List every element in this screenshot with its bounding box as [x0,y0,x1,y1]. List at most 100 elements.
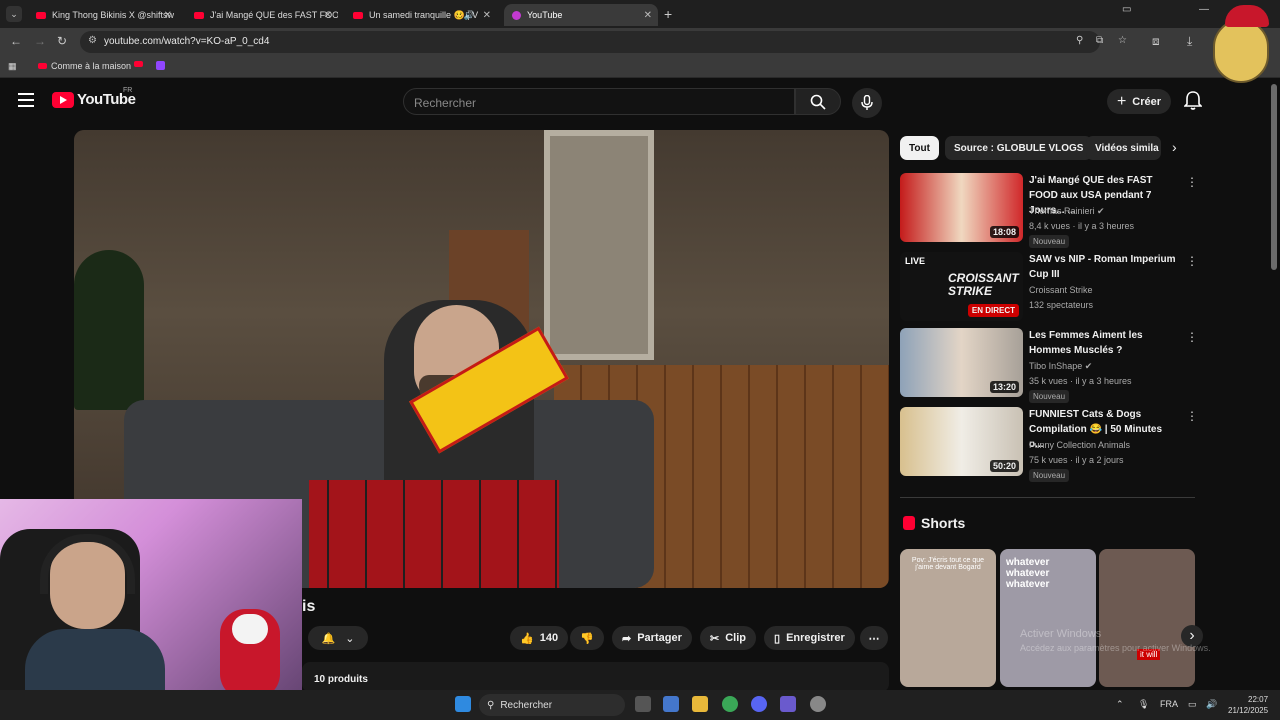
subscribe-bell-button[interactable]: 🔔 ⌄ [308,626,368,650]
video-thumbnail[interactable]: 50:20 [900,407,1023,476]
more-vert-icon[interactable]: ⋮ [1186,330,1198,344]
more-vert-icon[interactable]: ⋮ [1186,409,1198,423]
filter-chips: Tout Source : GLOBULE VLOGS Vidéos simil… [900,136,1200,160]
apps-grid-icon[interactable]: ▦ [8,61,17,72]
reco-title[interactable]: SAW vs NIP - Roman Imperium Cup III [1029,252,1179,282]
more-actions-button[interactable]: ⋯ [860,626,888,650]
browser-tab-active[interactable]: YouTube ✕ [504,4,658,26]
recommendation-item[interactable]: 18:08 J'ai Mangé QUE des FAST FOOD aux U… [900,173,1200,248]
shorts-title: Shorts [921,515,966,531]
reco-channel[interactable]: Funny Collection Animals [1029,440,1130,450]
discord-icon[interactable] [751,696,767,712]
region-code: FR [123,87,133,94]
short-caption: Pov: J'écris tout ce que j'aime devant B… [911,557,985,571]
notifications-button[interactable] [1183,91,1203,116]
site-info-icon[interactable]: ⚙ [88,35,97,46]
share-label: Partager [637,632,682,644]
save-button[interactable]: ▯ Enregistrer [764,626,855,650]
new-tab-icon[interactable]: + [664,6,672,22]
reco-channel[interactable]: Tibo InShape ✔ [1029,361,1092,372]
page-scrollbar[interactable] [1271,84,1277,270]
short-item[interactable]: Pov: J'écris tout ce que j'aime devant B… [900,549,996,687]
bookmarks-bar: ▦ Comme à la maison [0,56,1280,78]
forward-icon[interactable]: → [34,34,46,48]
dislike-button[interactable]: 👎 [570,626,604,650]
bookmark-star-icon[interactable]: ☆ [1118,35,1127,46]
youtube-logo[interactable]: YouTube FR [52,87,136,108]
bookmark-item[interactable]: Comme à la maison [38,61,131,71]
search-icon [810,94,826,110]
video-thumbnail[interactable]: LIVE CROISSANT STRIKE EN DIRECT [900,252,1023,321]
recommendation-item[interactable]: 13:20 Les Femmes Aiment les Hommes Muscl… [900,328,1200,403]
task-view-icon[interactable] [635,696,651,712]
video-thumbnail[interactable]: 13:20 [900,328,1023,397]
more-vert-icon[interactable]: ⋮ [1186,254,1198,268]
chrome-icon[interactable] [722,696,738,712]
verified-icon: ✔ [1097,206,1105,216]
menu-icon[interactable] [18,93,34,107]
live-tag: LIVE [905,256,926,266]
download-icon[interactable]: ⤓ [1187,34,1192,49]
chip-source[interactable]: Source : GLOBULE VLOGS [945,136,1093,160]
chip-all[interactable]: Tout [900,136,939,160]
products-strip[interactable]: 10 produits [302,662,889,692]
language-indicator[interactable]: FRA [1160,699,1178,709]
teams-icon[interactable] [780,696,796,712]
youtube-masthead: YouTube FR Rechercher + Créer [0,79,1280,125]
twitch-bookmark-icon[interactable] [156,61,165,70]
create-button[interactable]: + Créer [1107,89,1171,114]
chevron-up-icon[interactable]: ⌃ [1116,699,1124,710]
close-icon[interactable]: ✕ [164,10,172,21]
microphone-icon[interactable]: 🎙 [1138,699,1149,710]
short-caption: whatever whatever whatever [1006,557,1050,590]
tab-search-button[interactable]: ⌄ [6,6,22,22]
close-icon[interactable]: ✕ [483,10,491,21]
extensions-icon[interactable]: ⧈ [1152,34,1160,49]
voice-search-button[interactable] [852,88,882,118]
file-explorer-icon[interactable] [692,696,708,712]
share-button[interactable]: ➦ Partager [612,626,692,650]
bookmark-icon: ▯ [774,632,781,645]
close-icon[interactable]: ✕ [644,10,652,21]
recommendation-item[interactable]: LIVE CROISSANT STRIKE EN DIRECT SAW vs N… [900,252,1200,322]
search-input[interactable]: Rechercher [403,88,795,115]
video-thumbnail[interactable]: 18:08 [900,173,1023,242]
volume-icon[interactable]: 🔊 [1206,699,1217,710]
like-button[interactable]: 👍 140 [510,626,569,650]
tab-action-icon[interactable]: ▭ [1122,4,1131,15]
short-item[interactable]: it will [1099,549,1195,687]
store-icon[interactable] [663,696,679,712]
reco-channel[interactable]: Croissant Strike [1029,285,1093,295]
reco-channel[interactable]: Thomas Rainieri ✔ [1029,206,1105,217]
reload-icon[interactable]: ↻ [57,34,67,48]
close-icon[interactable]: ✕ [324,10,332,21]
reco-title[interactable]: Les Femmes Aiment les Hommes Musclés ? [1029,328,1179,358]
omnibox[interactable]: ⚙ youtube.com/watch?v=KO-aP_0_cd4 ⚲ ⧉ ☆ [80,31,1127,53]
short-item[interactable]: whatever whatever whatever [1000,549,1096,687]
chip-similar[interactable]: Vidéos simila [1086,136,1161,160]
reco-meta: 8,4 k vues · il y a 3 heures [1029,221,1135,231]
chevron-right-icon[interactable]: › [1172,139,1177,155]
taskbar-clock[interactable]: 22:07 21/12/2025 [1228,694,1268,716]
zoom-icon[interactable]: ⚲ [1076,35,1083,46]
recommendation-item[interactable]: 50:20 FUNNIEST Cats & Dogs Compilation 😂… [900,407,1200,482]
taskbar-search[interactable]: ⚲ Rechercher [479,694,625,716]
network-icon[interactable]: ▭ [1188,699,1197,710]
clock-time: 22:07 [1248,695,1269,704]
bell-icon: 🔔 [321,632,336,645]
clip-button[interactable]: ✂ Clip [700,626,756,650]
loading-icon [512,10,521,20]
search-button[interactable] [795,88,841,115]
windows-start-icon[interactable] [455,696,471,712]
app-icon[interactable] [810,696,826,712]
cast-icon[interactable]: ⧉ [1096,35,1103,46]
browser-tab-2[interactable]: J'ai Mangé QUE des FAST FOO ✕ [186,4,338,26]
youtube-bookmark-icon[interactable] [134,61,143,67]
speaker-icon[interactable]: 🔊 [464,10,475,21]
back-icon[interactable]: ← [10,34,22,48]
more-vert-icon[interactable]: ⋮ [1186,175,1198,189]
browser-tab-3[interactable]: Un samedi tranquille 🥴 | V 🔊 ✕ [345,4,497,26]
browser-tab-1[interactable]: King Thong Bikinis X @shiftsw ✕ [28,4,178,26]
url-text[interactable]: youtube.com/watch?v=KO-aP_0_cd4 [104,36,269,47]
shorts-icon [903,516,915,530]
